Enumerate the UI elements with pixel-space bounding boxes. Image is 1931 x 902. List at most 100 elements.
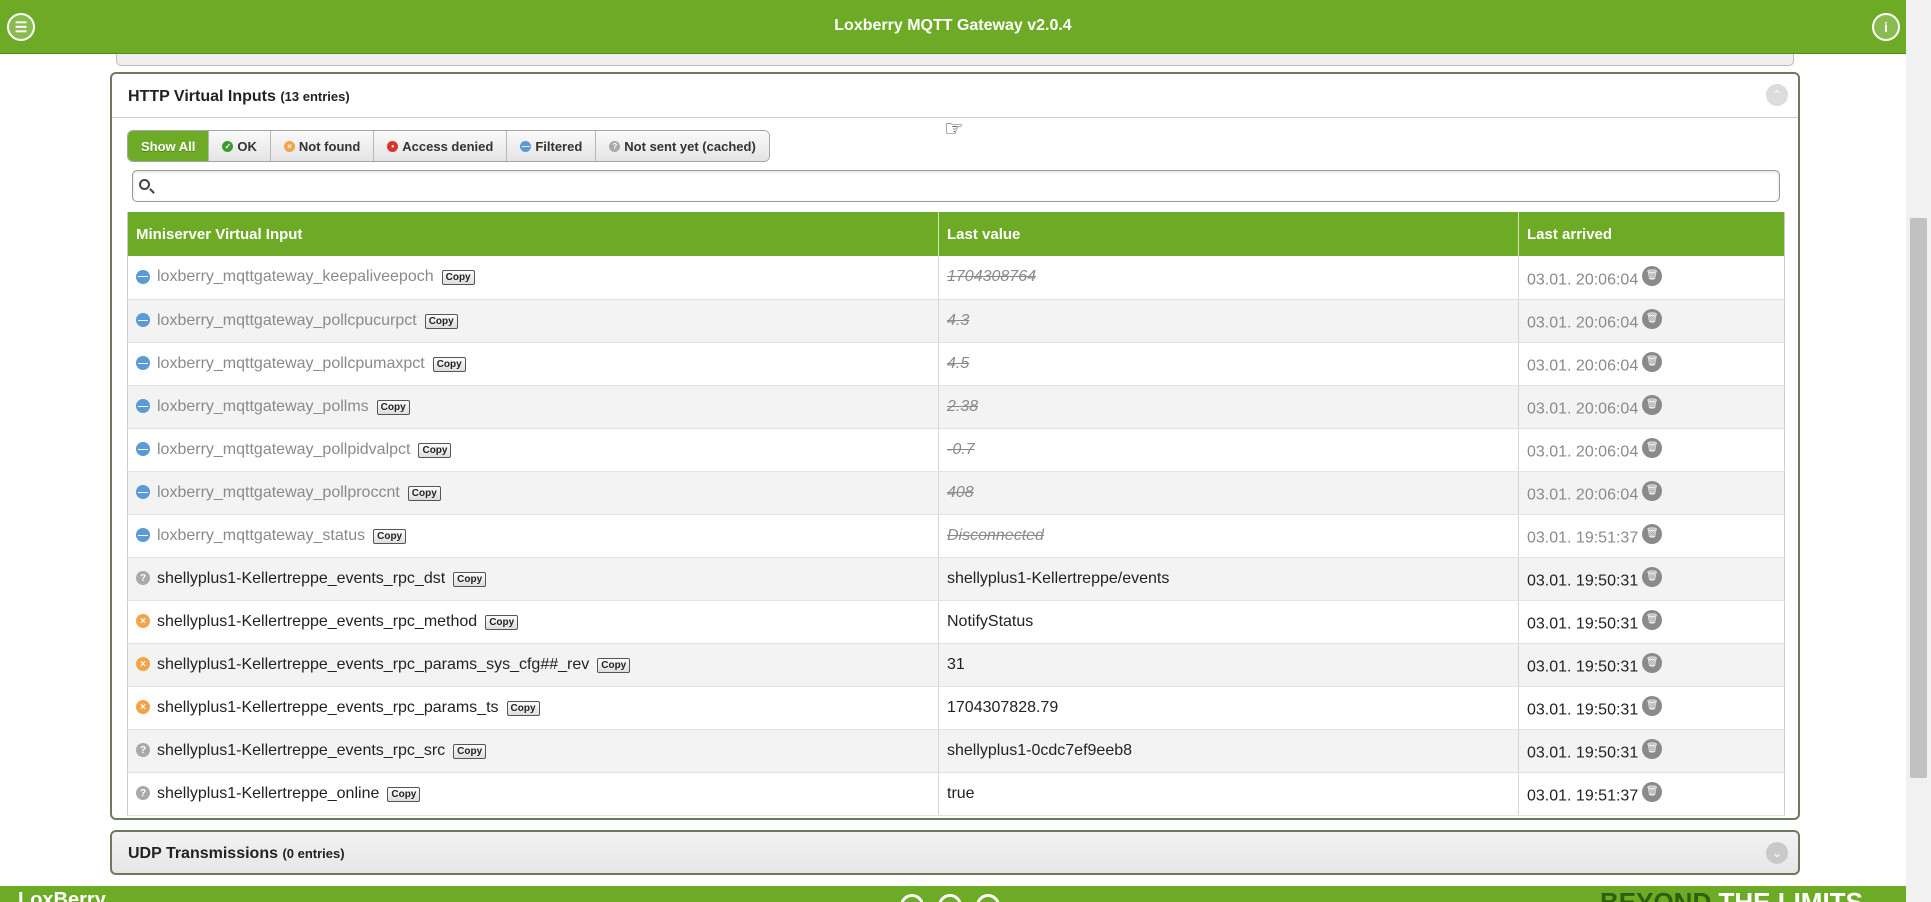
last-value: 2.38 [947,397,979,415]
last-arrived-time: 03.01. 20:06:04 [1527,357,1639,375]
virtual-input-name: shellyplus1-Kellertreppe_events_rpc_dst [157,569,446,587]
delete-icon[interactable]: 🗑 [1642,394,1663,415]
filter-label: Access denied [402,138,494,154]
virtual-input-cell: — loxberry_mqttgateway_keepaliveepoch Copy [127,256,939,300]
table-row: — loxberry_mqttgateway_pollproccnt Copy 408… [127,471,1785,515]
delete-icon[interactable]: 🗑 [1642,781,1663,802]
delete-icon[interactable]: 🗑 [1642,351,1663,372]
slogan-rest: THE LIMITS [1711,887,1863,902]
filter-not-found-button[interactable]: × Not found [270,131,375,161]
virtual-input-cell: × shellyplus1-Kellertreppe_events_rpc_par… [127,686,939,730]
copy-button[interactable]: Copy [453,743,487,759]
copy-button[interactable]: Copy [424,313,458,329]
panel-entry-count: (13 entries) [280,89,350,104]
column-header-last-arrived[interactable]: Last arrived [1518,212,1785,256]
table-row: ? shellyplus1-Kellertreppe_events_rpc_dst… [127,557,1785,601]
delete-icon[interactable]: 🗑 [1642,566,1663,587]
filter-access-denied-button[interactable]: • Access denied [374,131,508,161]
table-row: × shellyplus1-Kellertreppe_events_rpc_met… [127,600,1785,644]
last-arrived-time: 03.01. 20:06:04 [1527,400,1639,418]
footer-slogan: BEYOND THE LIMITS [1600,887,1863,902]
ok-icon: ✓ [222,140,234,152]
search-input[interactable] [159,174,1759,198]
app-header: ☰ Loxberry MQTT Gateway v2.0.4 i [0,0,1906,54]
last-value-cell: 31 [938,643,1519,687]
not-sent-status-icon: ? [136,786,150,800]
udp-transmissions-panel[interactable]: UDP Transmissions (0 entries) ⌄ [110,830,1800,875]
copy-button[interactable]: Copy [376,399,410,415]
filter-label: Show All [141,138,196,154]
last-value-cell: true [938,772,1519,816]
delete-icon[interactable]: 🗑 [1642,437,1663,458]
footer-dot[interactable] [938,894,962,902]
last-value-cell: 4.5 [938,342,1519,386]
copy-button[interactable]: Copy [506,700,540,716]
not-found-icon: × [283,140,295,152]
virtual-input-cell: ? shellyplus1-Kellertreppe_events_rpc_dst… [127,557,939,601]
copy-button[interactable]: Copy [407,485,441,501]
filtered-icon: — [520,140,532,152]
delete-icon[interactable]: 🗑 [1642,265,1663,286]
table-row: — loxberry_mqttgateway_keepaliveepoch Copy… [127,256,1785,300]
scrollbar-thumb[interactable] [1910,218,1927,778]
app-title: Loxberry MQTT Gateway v2.0.4 [834,17,1072,34]
table-row: ? shellyplus1-Kellertreppe_events_rpc_src… [127,729,1785,773]
not-found-status-icon: × [136,700,150,714]
access-denied-icon: • [387,140,399,152]
virtual-input-cell: — loxberry_mqttgateway_pollcpucurpct Copy [127,299,939,343]
panel-title-text: UDP Transmissions [128,845,278,862]
virtual-input-cell: — loxberry_mqttgateway_pollpidvalpct Copy [127,428,939,472]
previous-panel-edge [116,54,1794,66]
delete-icon[interactable]: 🗑 [1642,695,1663,716]
copy-button[interactable]: Copy [441,270,475,286]
panel-header[interactable]: HTTP Virtual Inputs (13 entries) ⌃ [112,74,1798,118]
virtual-input-cell: × shellyplus1-Kellertreppe_events_rpc_met… [127,600,939,644]
filter-not-sent-button[interactable]: ? Not sent yet (cached) [596,131,769,161]
filter-ok-button[interactable]: ✓ OK [209,131,271,161]
column-header-last-value[interactable]: Last value [938,212,1519,256]
copy-button[interactable]: Copy [387,786,421,802]
virtual-input-name: shellyplus1-Kellertreppe_events_rpc_meth… [157,612,478,630]
copy-button[interactable]: Copy [418,442,452,458]
last-arrived-cell: 03.01. 19:50:31 🗑 [1518,557,1785,601]
table-row: — loxberry_mqttgateway_pollcpumaxpct Copy 4… [127,342,1785,386]
footer-dot[interactable] [900,894,924,902]
virtual-input-cell: — loxberry_mqttgateway_pollms Copy [127,385,939,429]
delete-icon[interactable]: 🗑 [1642,609,1663,630]
delete-icon[interactable]: 🗑 [1642,480,1663,501]
last-value: -0.7 [947,440,975,458]
last-value-cell: shellyplus1-Kellertreppe/events [938,557,1519,601]
copy-button[interactable]: Copy [432,356,466,372]
last-value-cell: -0.7 [938,428,1519,472]
copy-button[interactable]: Copy [453,571,487,587]
last-arrived-cell: 03.01. 20:06:04 🗑 [1518,256,1785,300]
delete-icon[interactable]: 🗑 [1642,523,1663,544]
collapse-icon[interactable]: ⌃ [1766,84,1788,106]
last-arrived-time: 03.01. 20:06:04 [1527,271,1639,288]
filtered-status-icon: — [136,442,150,456]
copy-button[interactable]: Copy [485,614,519,630]
last-arrived-time: 03.01. 20:06:04 [1527,486,1639,504]
column-header-virtual-input[interactable]: Miniserver Virtual Input [127,212,939,256]
not-sent-status-icon: ? [136,743,150,757]
copy-button[interactable]: Copy [597,657,631,673]
last-value: 1704308764 [947,268,1036,286]
footer-dot[interactable] [976,894,1000,902]
last-value: 408 [947,483,974,501]
last-value-cell: 1704307828.79 [938,686,1519,730]
info-icon[interactable]: i [1872,13,1900,41]
delete-icon[interactable]: 🗑 [1642,652,1663,673]
last-value: 4.5 [947,354,970,372]
last-arrived-time: 03.01. 19:50:31 [1527,615,1639,633]
expand-icon[interactable]: ⌄ [1766,842,1788,864]
page-scrollbar[interactable] [1906,0,1931,902]
filtered-status-icon: — [136,528,150,542]
filter-filtered-button[interactable]: — Filtered [507,131,597,161]
mouse-cursor: ☞ [944,116,964,141]
filter-show-all-button[interactable]: Show All [128,131,210,161]
copy-button[interactable]: Copy [373,528,407,544]
delete-icon[interactable]: 🗑 [1642,738,1663,759]
delete-icon[interactable]: 🗑 [1642,308,1663,329]
last-arrived-cell: 03.01. 20:06:04 🗑 [1518,471,1785,515]
virtual-input-name: shellyplus1-Kellertreppe_events_rpc_para… [157,655,590,673]
